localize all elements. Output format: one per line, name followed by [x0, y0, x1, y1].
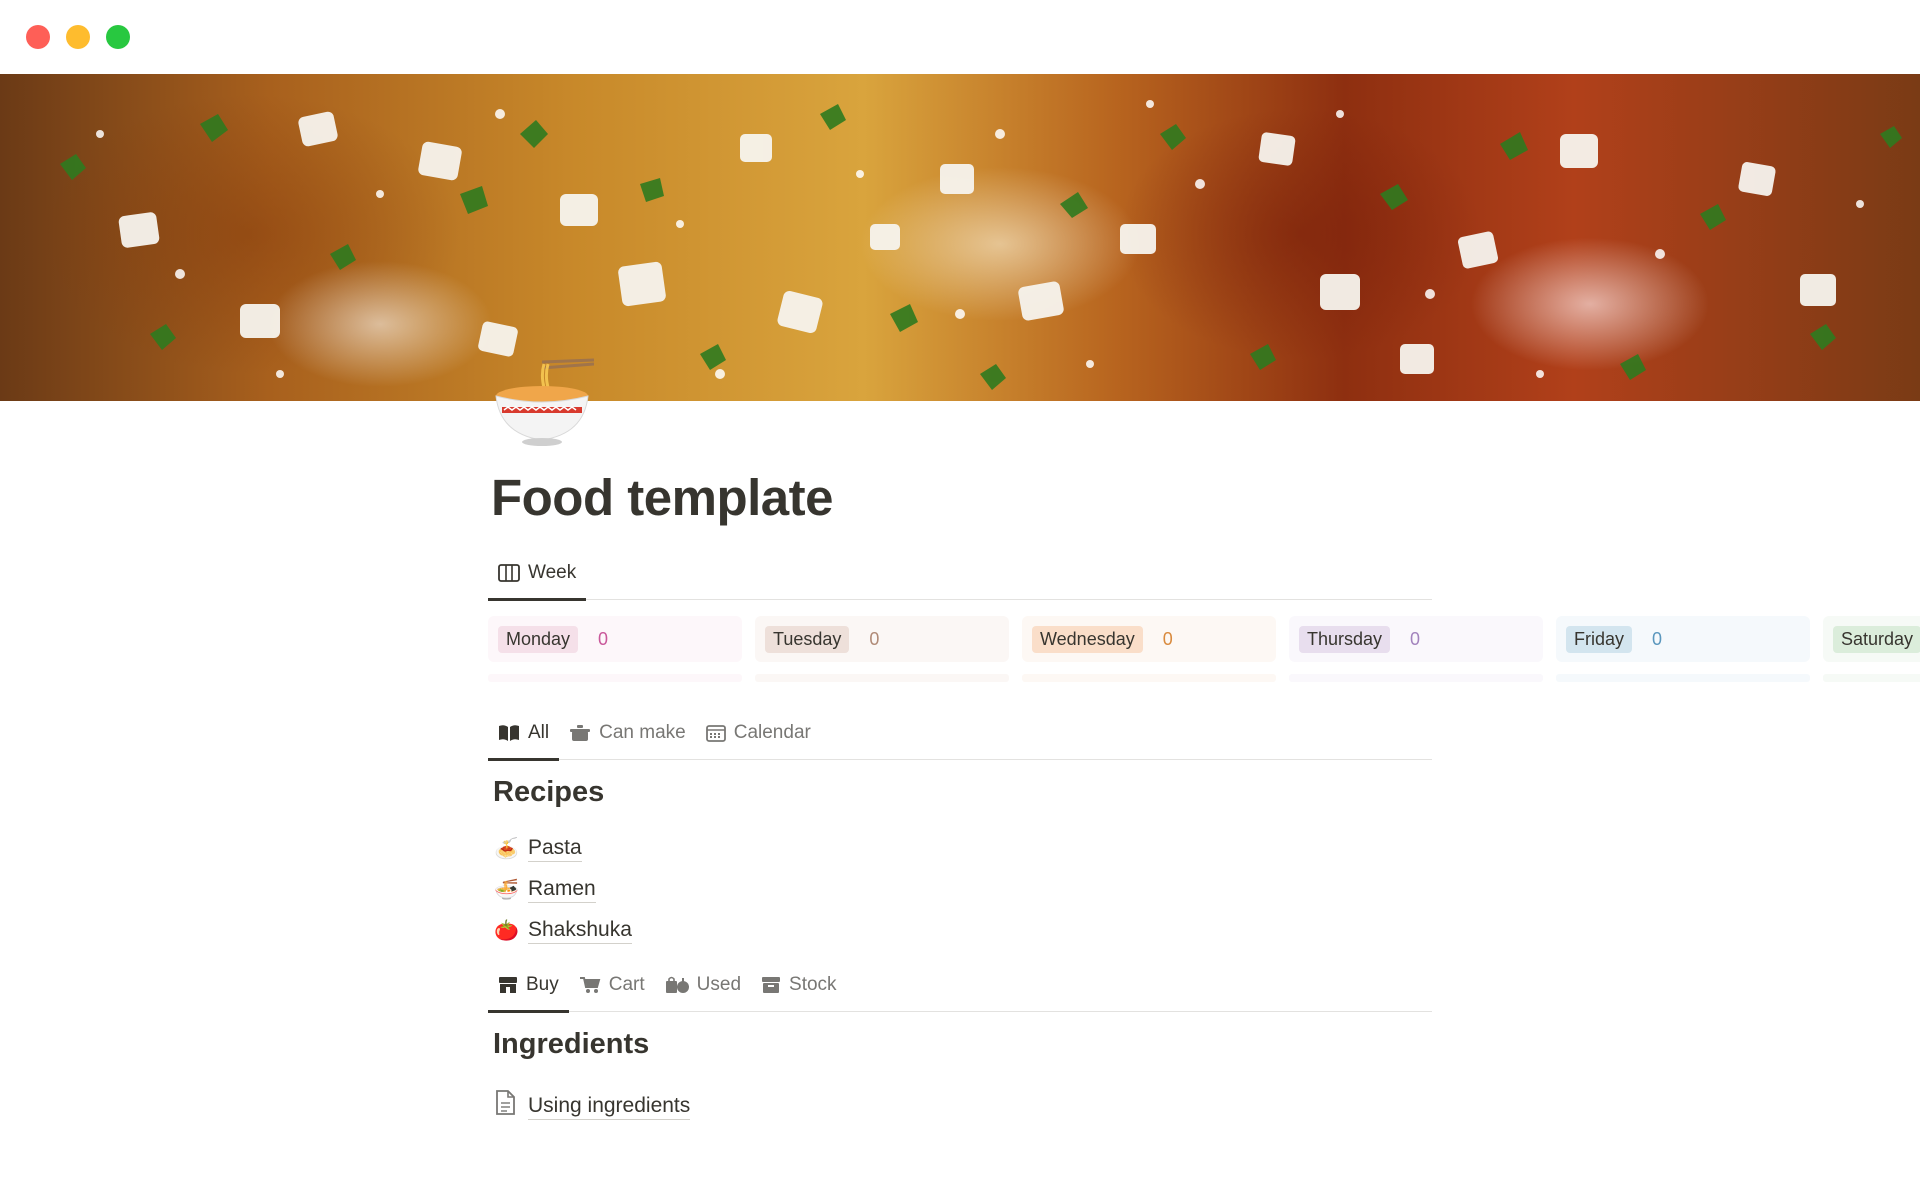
tab-cart-label: Cart: [608, 973, 645, 995]
ingredients-heading[interactable]: Ingredients: [493, 1028, 649, 1061]
bags-icon: [665, 976, 689, 994]
column-header[interactable]: Saturday 0: [1823, 616, 1920, 662]
cover-image[interactable]: [0, 74, 1920, 401]
column-label: Thursday: [1299, 625, 1391, 653]
cover-image-art: [60, 100, 1902, 390]
list-item-label: Shakshuka: [528, 917, 632, 944]
tab-all[interactable]: All: [488, 706, 560, 761]
column-header[interactable]: Wednesday 0: [1022, 616, 1276, 662]
recipes-list: 🍝 Pasta 🍜 Ramen 🍅 Shakshuka: [494, 828, 632, 951]
list-item-ramen[interactable]: 🍜 Ramen: [494, 869, 632, 910]
column-count: 0: [1162, 628, 1173, 649]
tab-can-make-label: Can make: [599, 721, 686, 743]
tab-used-label: Used: [696, 973, 742, 995]
open-book-icon: [498, 724, 520, 742]
list-item-label: Pasta: [528, 835, 582, 862]
cart-icon: [579, 976, 601, 994]
column-header[interactable]: Tuesday 0: [755, 616, 1009, 662]
tab-calendar-label: Calendar: [733, 721, 811, 743]
column-header[interactable]: Thursday 0: [1289, 616, 1543, 662]
archive-box-icon: [761, 976, 781, 994]
tab-week[interactable]: Week: [488, 546, 587, 601]
ramen-icon: 🍜: [494, 879, 519, 901]
tab-can-make[interactable]: Can make: [559, 706, 696, 760]
board-column-saturday[interactable]: Saturday 0: [1823, 616, 1920, 686]
tab-cart[interactable]: Cart: [569, 958, 655, 1012]
column-label: Tuesday: [765, 625, 850, 653]
recipes-view-tabs: All Can make Calendar: [488, 706, 1432, 761]
page-title[interactable]: Food template: [491, 468, 834, 527]
using-ingredients-link[interactable]: Using ingredients: [494, 1090, 691, 1122]
column-footer: [488, 674, 742, 682]
column-footer: [1289, 674, 1543, 682]
tab-stock-label: Stock: [789, 973, 837, 995]
column-label: Friday: [1566, 625, 1633, 653]
week-board: Monday 0 Tuesday 0 Wednesday 0 Thursday …: [488, 616, 1920, 686]
board-column-tuesday[interactable]: Tuesday 0: [755, 616, 1009, 686]
calendar-icon: [705, 724, 726, 742]
column-footer: [1556, 674, 1810, 682]
column-count: 0: [598, 628, 609, 649]
tab-used[interactable]: Used: [655, 958, 751, 1012]
board-column-friday[interactable]: Friday 0: [1556, 616, 1810, 686]
tomato-icon: 🍅: [494, 920, 519, 942]
minimize-window-button[interactable]: [66, 25, 90, 49]
tab-week-label: Week: [528, 561, 577, 583]
using-ingredients-label: Using ingredients: [528, 1093, 691, 1120]
column-count: 0: [1410, 628, 1421, 649]
recipes-heading[interactable]: Recipes: [493, 776, 604, 809]
column-label: Wednesday: [1032, 625, 1143, 653]
ingredients-view-tabs: Buy Cart Used Stock: [488, 958, 1432, 1013]
tab-all-label: All: [528, 721, 550, 743]
week-view-tabs: Week: [488, 546, 1432, 601]
tab-calendar[interactable]: Calendar: [696, 706, 821, 760]
document-icon: [494, 1090, 516, 1122]
column-header[interactable]: Friday 0: [1556, 616, 1810, 662]
column-label: Monday: [498, 625, 579, 653]
list-item-label: Ramen: [528, 876, 596, 903]
close-window-button[interactable]: [26, 25, 50, 49]
column-count: 0: [1652, 628, 1663, 649]
list-item-shakshuka[interactable]: 🍅 Shakshuka: [494, 910, 632, 951]
board-column-monday[interactable]: Monday 0: [488, 616, 742, 686]
board-icon: [498, 563, 520, 582]
tab-stock[interactable]: Stock: [751, 958, 847, 1012]
column-header[interactable]: Monday 0: [488, 616, 742, 662]
maximize-window-button[interactable]: [106, 25, 130, 49]
board-column-thursday[interactable]: Thursday 0: [1289, 616, 1543, 686]
ramen-bowl-icon[interactable]: [490, 348, 595, 452]
cooking-pot-icon: [569, 724, 591, 742]
column-count: 0: [869, 628, 880, 649]
tab-buy-label: Buy: [526, 973, 559, 995]
tab-buy[interactable]: Buy: [488, 958, 569, 1013]
spaghetti-icon: 🍝: [494, 838, 519, 860]
column-footer: [1022, 674, 1276, 682]
window-title-bar: [0, 0, 1920, 74]
column-label: Saturday: [1833, 625, 1920, 653]
board-column-wednesday[interactable]: Wednesday 0: [1022, 616, 1276, 686]
store-icon: [498, 976, 518, 994]
column-footer: [755, 674, 1009, 682]
list-item-pasta[interactable]: 🍝 Pasta: [494, 828, 632, 869]
column-footer: [1823, 674, 1920, 682]
